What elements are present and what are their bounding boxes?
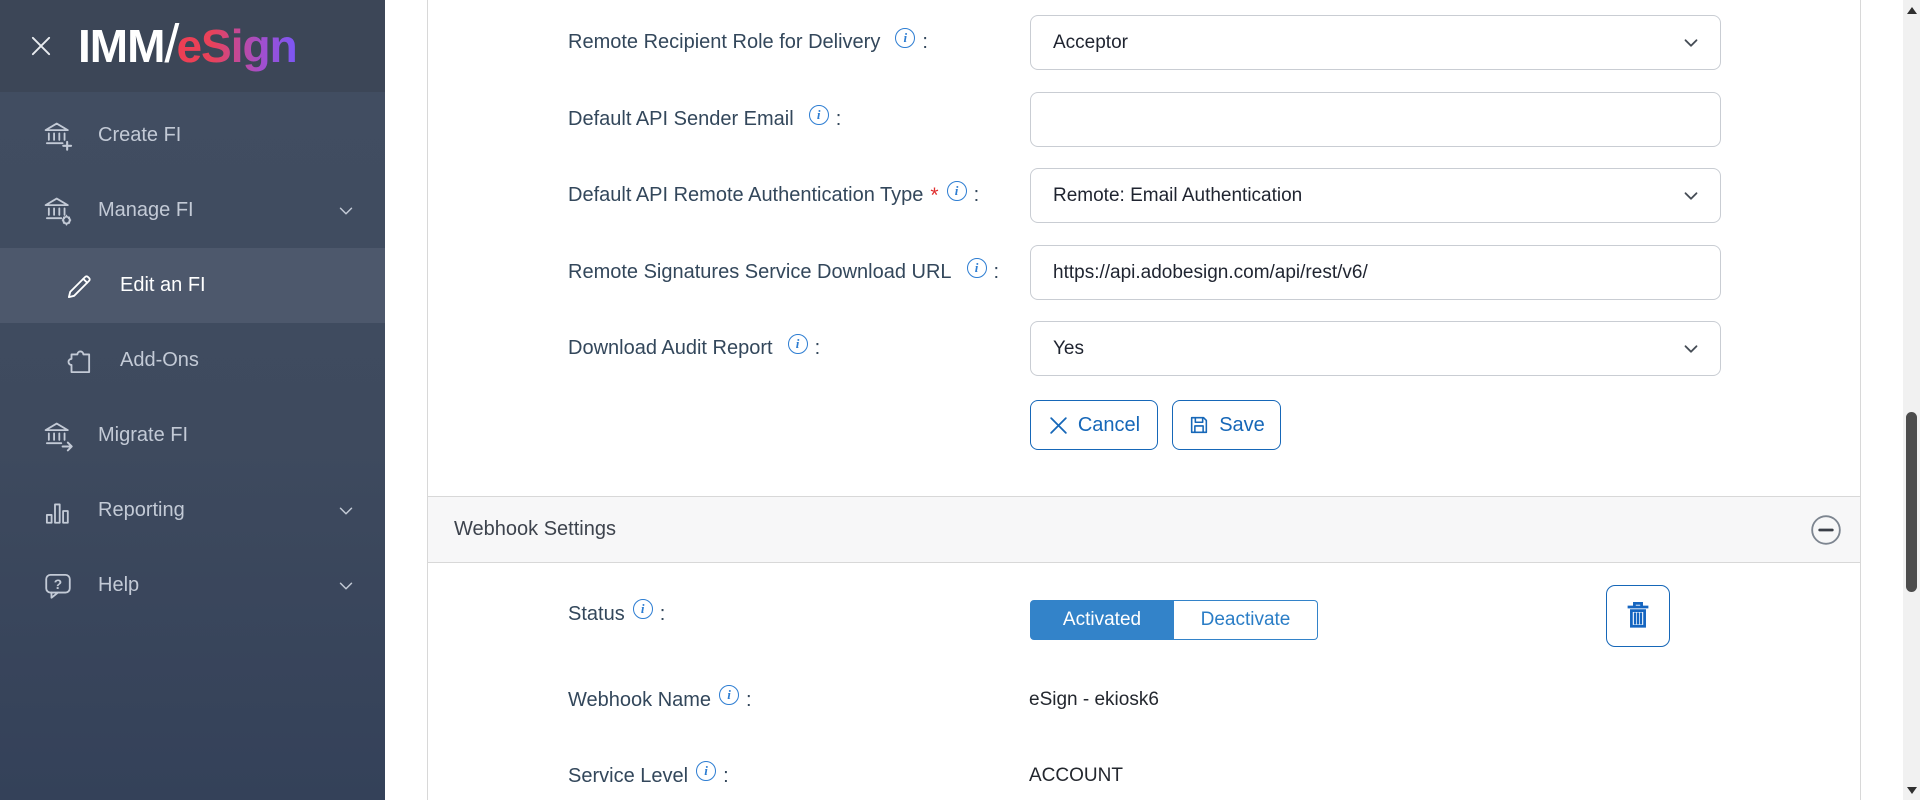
bank-arrow-icon (40, 418, 76, 454)
info-icon[interactable]: i (966, 257, 987, 278)
status-toggle: Activated Deactivate (1030, 600, 1318, 640)
bank-gear-icon (40, 193, 76, 229)
sidebar-item-add-ons[interactable]: Add-Ons (0, 323, 385, 398)
default-api-sender-email-input[interactable] (1030, 92, 1721, 147)
imm-esign-logo: IMM / eSign (78, 14, 298, 77)
chevron-down-icon[interactable] (335, 575, 357, 597)
remote-signatures-url-input[interactable] (1030, 245, 1721, 300)
field-label-status: Status i : (568, 599, 666, 625)
pencil-icon (62, 268, 98, 304)
field-label-download-audit-report: Download Audit Report i : (568, 333, 821, 359)
info-icon[interactable]: i (632, 599, 653, 619)
sidebar-item-label: Edit an FI (120, 274, 206, 296)
close-icon[interactable] (26, 31, 56, 61)
sidebar-item-label: Help (98, 574, 140, 596)
scroll-down-arrow-icon[interactable] (1903, 782, 1920, 798)
info-icon[interactable]: i (895, 27, 916, 48)
webhook-name-value: eSign - ekiosk6 (1029, 689, 1159, 710)
sidebar-item-label: Reporting (98, 499, 185, 521)
collapse-minus-icon[interactable] (1806, 510, 1846, 550)
section-title: Webhook Settings (454, 518, 616, 540)
trash-icon (1620, 598, 1656, 634)
sidebar-item-manage-fi[interactable]: Manage FI (0, 173, 385, 248)
status-deactivate-button[interactable]: Deactivate (1174, 600, 1318, 640)
field-label-remote-signatures-url: Remote Signatures Service Download URL i… (568, 257, 1000, 283)
info-icon[interactable]: i (946, 180, 967, 201)
settings-panel: Remote Recipient Role for Delivery i : A… (427, 0, 1861, 800)
bar-chart-icon (40, 493, 76, 529)
required-asterisk: * (930, 183, 939, 207)
floppy-disk-icon (1188, 414, 1210, 436)
sidebar-item-label: Create FI (98, 124, 182, 146)
sidebar-item-reporting[interactable]: Reporting (0, 473, 385, 548)
bank-plus-icon (40, 118, 76, 154)
help-bubble-icon: ? (40, 568, 76, 604)
scrollbar[interactable] (1903, 0, 1920, 800)
sidebar-item-label: Add-Ons (120, 349, 199, 371)
sidebar: IMM / eSign Create FI Manage FI Edit an … (0, 0, 385, 800)
field-label-remote-recipient-role: Remote Recipient Role for Delivery i : (568, 27, 928, 53)
field-label-default-api-sender-email: Default API Sender Email i : (568, 104, 842, 130)
webhook-settings-section-header[interactable]: Webhook Settings (428, 496, 1860, 563)
sidebar-nav: Create FI Manage FI Edit an FI Add-Ons M… (0, 92, 385, 623)
info-icon[interactable]: i (808, 104, 829, 125)
scrollbar-thumb[interactable] (1906, 412, 1917, 592)
download-audit-report-select[interactable]: Yes (1030, 321, 1721, 376)
field-label-default-api-remote-auth-type: Default API Remote Authentication Type * … (568, 180, 980, 207)
status-activated-button[interactable]: Activated (1030, 600, 1174, 640)
sidebar-item-label: Migrate FI (98, 424, 189, 446)
sidebar-item-migrate-fi[interactable]: Migrate FI (0, 398, 385, 473)
sidebar-item-label: Manage FI (98, 199, 194, 221)
sidebar-header: IMM / eSign (0, 0, 385, 92)
remote-recipient-role-select[interactable]: Acceptor (1030, 15, 1721, 70)
delete-webhook-button[interactable] (1606, 585, 1670, 647)
info-icon[interactable]: i (787, 333, 808, 354)
chevron-down-icon (1680, 338, 1702, 360)
field-label-webhook-name: Webhook Name i : (568, 685, 752, 711)
info-icon[interactable]: i (719, 685, 740, 705)
chevron-down-icon[interactable] (335, 500, 357, 522)
scroll-up-arrow-icon[interactable] (1903, 2, 1920, 18)
cancel-button[interactable]: Cancel (1030, 400, 1158, 450)
sidebar-item-create-fi[interactable]: Create FI (0, 98, 385, 173)
main-content: Remote Recipient Role for Delivery i : A… (385, 0, 1903, 800)
sidebar-item-help[interactable]: ? Help (0, 548, 385, 623)
x-icon (1048, 415, 1069, 436)
field-label-service-level: Service Level i : (568, 761, 729, 787)
chevron-down-icon (1680, 185, 1702, 207)
service-level-value: ACCOUNT (1029, 765, 1123, 786)
logo-imm: IMM (78, 20, 165, 72)
chevron-down-icon[interactable] (335, 200, 357, 222)
logo-slash: / (164, 14, 179, 74)
svg-text:?: ? (54, 577, 62, 592)
logo-esign: eSign (176, 20, 297, 72)
info-icon[interactable]: i (696, 761, 717, 781)
puzzle-icon (62, 343, 98, 379)
default-api-remote-auth-type-select[interactable]: Remote: Email Authentication (1030, 168, 1721, 223)
save-button[interactable]: Save (1172, 400, 1281, 450)
sidebar-item-edit-an-fi[interactable]: Edit an FI (0, 248, 385, 323)
chevron-down-icon (1680, 32, 1702, 54)
